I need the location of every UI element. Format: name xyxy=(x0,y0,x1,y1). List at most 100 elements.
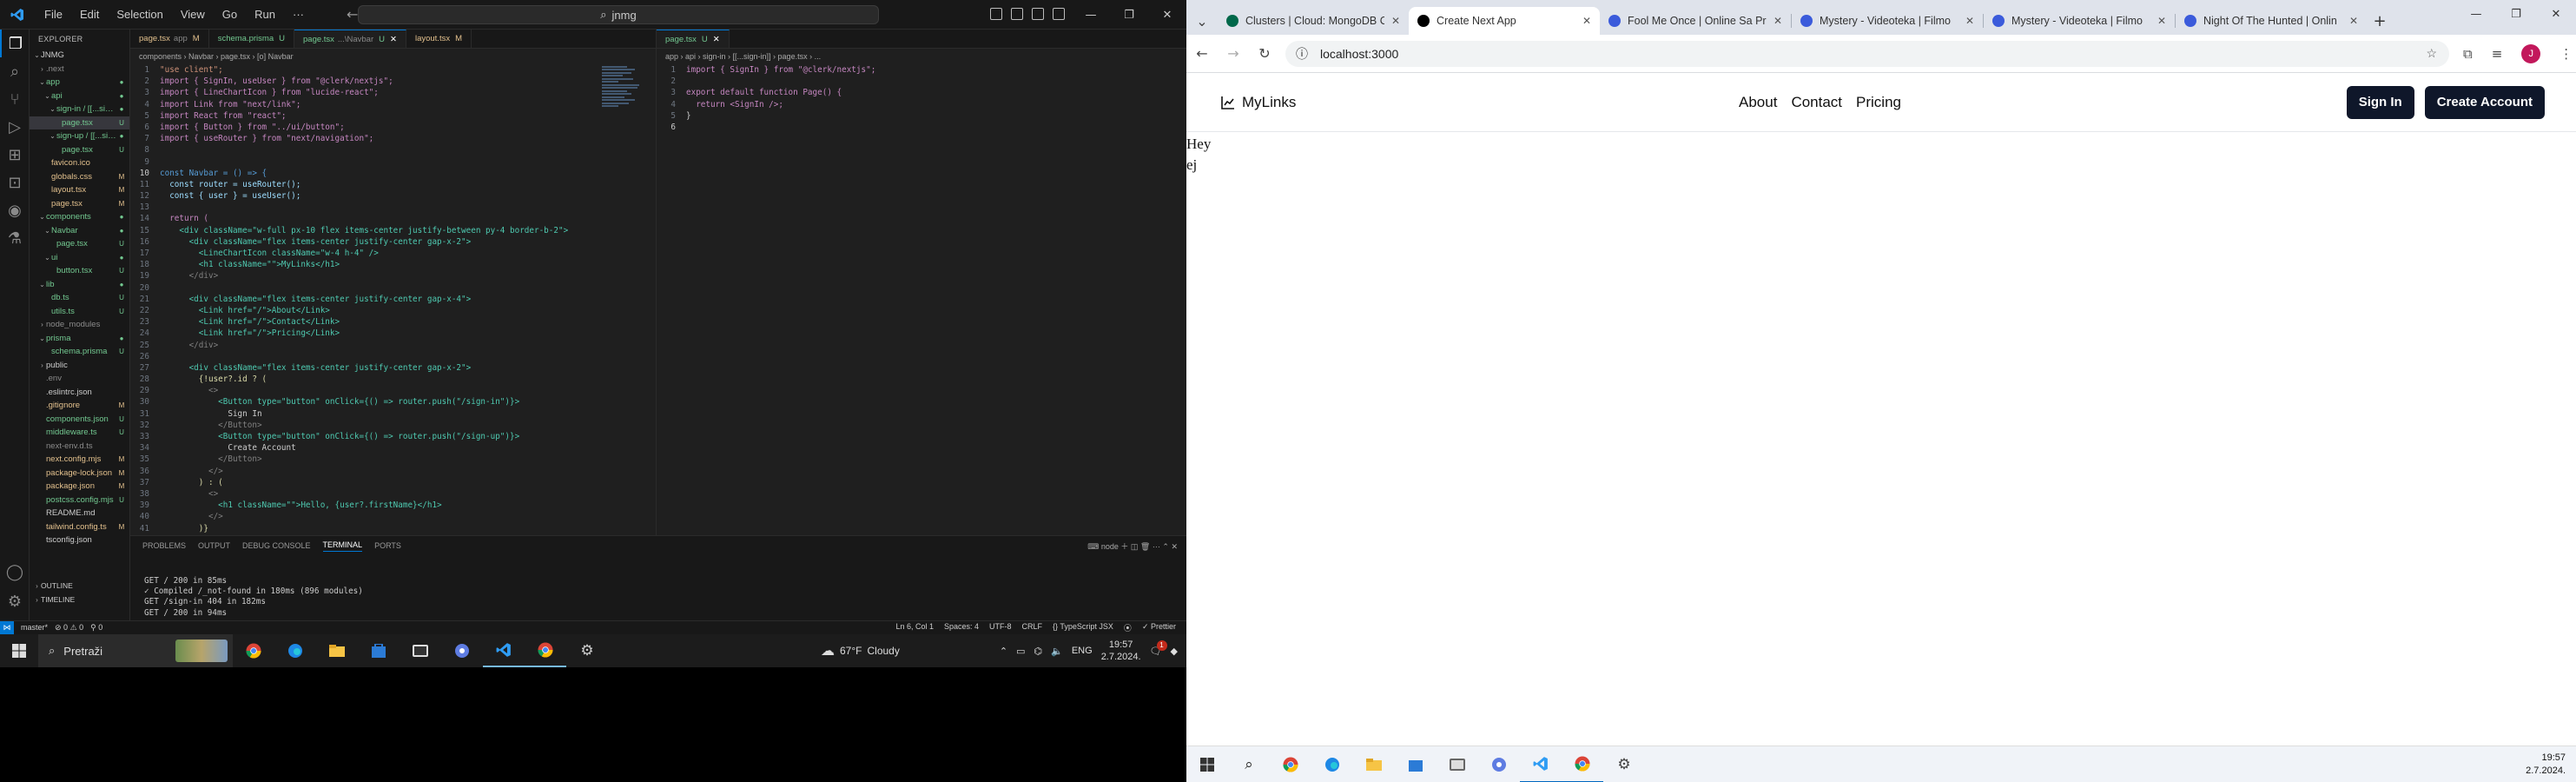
editor-tab[interactable]: page.tsx app M xyxy=(130,30,209,48)
more-icon[interactable]: ··· xyxy=(1153,542,1160,551)
chrome-active-icon[interactable] xyxy=(1562,746,1603,782)
sign-in-button[interactable]: Sign In xyxy=(2346,85,2414,119)
add-terminal-icon[interactable]: ＋ xyxy=(1120,542,1128,551)
gear-icon[interactable]: ⚙ xyxy=(0,587,30,615)
command-center[interactable]: ⌕ jnmg xyxy=(358,5,879,24)
menu-item[interactable]: Go xyxy=(215,0,245,30)
tree-item[interactable]: ⌄ JNMG xyxy=(30,49,129,63)
tree-item[interactable]: db.ts U xyxy=(30,291,129,305)
close-tab-icon[interactable]: ✕ xyxy=(390,35,397,44)
extensions-icon[interactable]: ⊞ xyxy=(0,141,30,169)
tree-item[interactable]: › .next xyxy=(30,63,129,76)
explorer-icon[interactable]: ❐ xyxy=(0,30,30,57)
vscode-taskbar-icon[interactable] xyxy=(1520,746,1562,782)
breadcrumb[interactable]: components › Navbar › page.tsx › [o] Nav… xyxy=(130,49,656,64)
settings-gear-icon[interactable]: ⚙ xyxy=(566,634,608,667)
clock[interactable]: 19:57 2.7.2024. xyxy=(2526,752,2566,778)
chrome-active-icon[interactable] xyxy=(525,634,566,667)
file-explorer-icon[interactable] xyxy=(1353,746,1395,782)
close-icon[interactable]: ✕ xyxy=(2536,0,2576,28)
panel-tab[interactable]: OUTPUT xyxy=(198,541,230,550)
minimize-icon[interactable]: — xyxy=(2456,0,2496,28)
code-area[interactable]: 1 import { SignIn } from "@clerk/nextjs";… xyxy=(657,64,1186,133)
notification-icon[interactable]: 🗨 1 xyxy=(1150,640,1167,657)
terminal-output[interactable]: GET / 200 in 85ms ✓ Compiled /_not-found… xyxy=(130,555,1186,629)
menu-item[interactable]: Selection xyxy=(109,0,170,30)
toggle-sidebar-icon[interactable] xyxy=(990,8,1002,20)
menu-item[interactable]: View xyxy=(173,0,213,30)
tab-search-icon[interactable]: ⌄ xyxy=(1186,7,1218,35)
store-icon[interactable] xyxy=(358,634,400,667)
site-info-icon[interactable]: ⓘ xyxy=(1296,45,1308,63)
nav-link[interactable]: Contact xyxy=(1791,94,1842,111)
status-item[interactable]: master* xyxy=(21,623,48,632)
tree-item[interactable]: page.tsx U xyxy=(30,143,129,157)
weather-widget[interactable]: ☁ 67°F Cloudy xyxy=(821,634,900,667)
reload-icon[interactable]: ↻ xyxy=(1249,45,1280,62)
close-tab-icon[interactable]: ✕ xyxy=(1773,15,1782,27)
tree-item[interactable]: › node_modules xyxy=(30,318,129,332)
customize-layout-icon[interactable] xyxy=(1053,8,1065,20)
status-item[interactable]: ⚲ 0 xyxy=(90,623,102,632)
tree-item[interactable]: .env xyxy=(30,372,129,386)
tree-item[interactable]: › public xyxy=(30,359,129,373)
tree-item[interactable]: components.json U xyxy=(30,413,129,427)
browser-tab[interactable]: Mystery - Videoteka | Filmo ✕ xyxy=(1984,7,2175,35)
testing-icon[interactable]: ⚗ xyxy=(0,224,30,252)
browser-tab[interactable]: Clusters | Cloud: MongoDB C ✕ xyxy=(1218,7,1409,35)
tree-item[interactable]: middleware.ts U xyxy=(30,426,129,440)
editor-tab[interactable]: schema.prisma U xyxy=(209,30,294,48)
nav-link[interactable]: Pricing xyxy=(1856,94,1901,111)
status-item[interactable]: CRLF xyxy=(1022,622,1043,633)
breadcrumb[interactable]: app › api › sign-in › [[...sign-in]] › p… xyxy=(657,49,1186,64)
toggle-panel-icon[interactable] xyxy=(1011,8,1023,20)
menu-item[interactable]: File xyxy=(36,0,70,30)
browser-tab[interactable]: Fool Me Once | Online Sa Pre ✕ xyxy=(1600,7,1791,35)
tree-item[interactable]: ⌄ app ● xyxy=(30,76,129,89)
menu-item[interactable]: Edit xyxy=(72,0,107,30)
tree-item[interactable]: tailwind.config.ts M xyxy=(30,520,129,534)
close-tab-icon[interactable]: ✕ xyxy=(713,35,720,44)
tree-item[interactable]: ⌄ prisma ● xyxy=(30,332,129,346)
minimize-icon[interactable]: — xyxy=(1072,0,1110,30)
tree-item[interactable]: page.tsx U xyxy=(30,116,129,129)
search-icon[interactable]: ⌕ xyxy=(0,57,30,85)
tree-item[interactable]: next.config.mjs M xyxy=(30,453,129,467)
tree-item[interactable]: package.json M xyxy=(30,480,129,494)
close-tab-icon[interactable]: ✕ xyxy=(1965,15,1974,27)
back-arrow-icon[interactable]: ← xyxy=(1186,45,1218,62)
editor-tab[interactable]: layout.tsx M xyxy=(406,30,472,48)
restore-icon[interactable]: ❐ xyxy=(1110,0,1148,30)
volume-icon[interactable]: 🔈 xyxy=(1051,646,1063,657)
tree-item[interactable]: tsconfig.json xyxy=(30,533,129,547)
browser-tab[interactable]: Create Next App ✕ xyxy=(1409,7,1600,35)
tree-item[interactable]: favicon.ico xyxy=(30,156,129,170)
status-item[interactable]: ⊘ 0 ⚠ 0 xyxy=(55,623,83,632)
panel-tab[interactable]: TERMINAL xyxy=(322,540,363,552)
tree-item[interactable]: ⌄ lib ● xyxy=(30,278,129,292)
taskbar-search[interactable]: ⌕ Pretraži xyxy=(38,634,233,667)
bookmark-star-icon[interactable]: ☆ xyxy=(2426,46,2437,61)
tree-item[interactable]: layout.tsx M xyxy=(30,183,129,197)
toggle-secondary-sidebar-icon[interactable] xyxy=(1032,8,1044,20)
close-tab-icon[interactable]: ✕ xyxy=(1391,15,1400,27)
menu-item[interactable]: Run xyxy=(247,0,283,30)
copilot-icon[interactable]: ◆ xyxy=(1171,646,1178,657)
panel-tab[interactable]: PROBLEMS xyxy=(142,541,186,550)
browser-tab[interactable]: Night Of The Hunted | Onlin ✕ xyxy=(2176,7,2367,35)
status-item[interactable]: Spaces: 4 xyxy=(944,622,979,633)
chevron-up-icon[interactable]: ⌃ xyxy=(1000,646,1007,657)
source-control-icon[interactable]: ⑂ xyxy=(0,85,30,113)
media-controls-icon[interactable]: ≡ xyxy=(2492,46,2503,62)
language-indicator[interactable]: ENG xyxy=(1072,646,1093,656)
status-item[interactable]: UTF-8 xyxy=(989,622,1012,633)
close-tab-icon[interactable]: ✕ xyxy=(2157,15,2166,27)
windows-start-icon[interactable] xyxy=(1186,746,1228,782)
maximize-panel-icon[interactable]: ⌃ xyxy=(1162,542,1169,551)
restore-icon[interactable]: ❐ xyxy=(2496,0,2536,28)
settings-app-icon[interactable] xyxy=(1478,746,1520,782)
chrome-icon[interactable] xyxy=(233,634,274,667)
tree-item[interactable]: ⌄ api ● xyxy=(30,89,129,103)
editor-tab[interactable]: page.tsx U ✕ xyxy=(657,30,730,48)
outline-section[interactable]: › OUTLINE xyxy=(30,580,129,593)
